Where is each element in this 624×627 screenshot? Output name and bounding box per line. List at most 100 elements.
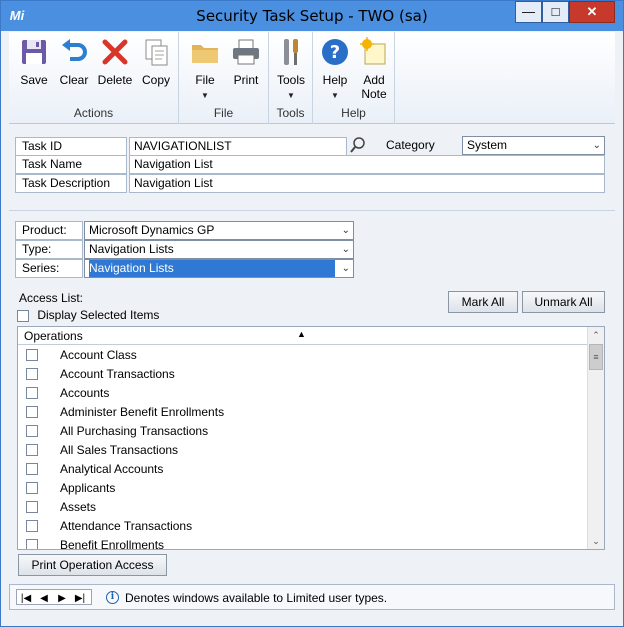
operation-row[interactable]: Administer Benefit Enrollments: [18, 403, 588, 422]
operation-label: Assets: [60, 500, 97, 514]
print-button[interactable]: Print: [227, 36, 265, 87]
save-button[interactable]: Save: [15, 36, 53, 87]
operation-label: All Purchasing Transactions: [60, 424, 209, 438]
operation-row[interactable]: All Purchasing Transactions: [18, 422, 588, 441]
operation-checkbox[interactable]: [26, 425, 38, 437]
operation-row[interactable]: Attendance Transactions: [18, 517, 588, 536]
series-select[interactable]: Navigation Lists ⌄: [84, 259, 354, 278]
series-value: Navigation Lists: [89, 260, 335, 277]
file-label: File: [195, 73, 215, 87]
ribbon-group-label-actions: Actions: [73, 106, 114, 120]
clear-button[interactable]: Clear: [55, 36, 93, 87]
operation-checkbox[interactable]: [26, 406, 38, 418]
add-note-label-1: Add: [363, 73, 385, 87]
ribbon-toolbar: Save Clear Delete Copy Actions File ▼ Pr…: [9, 32, 615, 124]
chevron-down-icon: ⌄: [341, 244, 350, 255]
task-description-field[interactable]: Navigation List: [129, 174, 605, 193]
previous-record-icon[interactable]: ◀: [35, 592, 53, 606]
unmark-all-button[interactable]: Unmark All: [522, 291, 605, 313]
operations-header-label: Operations: [24, 329, 83, 343]
operation-row[interactable]: Accounts: [18, 384, 588, 403]
status-bar: |◀ ◀ ▶ ▶| i Denotes windows available to Li…: [9, 584, 615, 610]
category-select[interactable]: System ⌄: [462, 136, 605, 155]
operation-row[interactable]: All Sales Transactions: [18, 441, 588, 460]
task-id-field[interactable]: NAVIGATIONLIST: [129, 137, 347, 156]
print-operation-access-button[interactable]: Print Operation Access: [18, 554, 167, 576]
category-label: Category: [386, 138, 435, 152]
lookup-icon[interactable]: [349, 136, 367, 155]
first-record-icon[interactable]: |◀: [17, 592, 35, 606]
tools-icon: [284, 39, 298, 65]
operation-label: Attendance Transactions: [60, 519, 193, 533]
undo-icon: [62, 39, 87, 61]
folder-icon: [192, 45, 218, 63]
operation-label: Accounts: [60, 386, 110, 400]
display-selected-items[interactable]: Display Selected Items: [17, 308, 159, 322]
operation-label: Benefit Enrollments: [60, 538, 165, 550]
task-description-label: Task Description: [15, 174, 127, 193]
product-select[interactable]: Microsoft Dynamics GP ⌄: [84, 221, 354, 240]
chevron-down-icon: ▼: [331, 91, 339, 100]
operation-checkbox[interactable]: [26, 482, 38, 494]
operation-checkbox[interactable]: [26, 387, 38, 399]
status-info-text: Denotes windows available to Limited use…: [125, 591, 388, 605]
operation-checkbox[interactable]: [26, 349, 38, 361]
operation-checkbox[interactable]: [26, 368, 38, 380]
operation-label: Analytical Accounts: [60, 462, 164, 476]
operations-column-header[interactable]: Operations ▲: [18, 327, 588, 345]
operation-row[interactable]: Applicants: [18, 479, 588, 498]
divider: [9, 210, 615, 211]
scroll-up-icon[interactable]: ⌃: [588, 327, 604, 343]
product-label: Product:: [15, 221, 83, 240]
display-selected-label: Display Selected Items: [37, 308, 160, 322]
sort-asc-icon: ▲: [297, 329, 306, 339]
ribbon-group-label-file: File: [213, 106, 234, 120]
vertical-scrollbar[interactable]: ⌃ ≡ ⌄: [587, 327, 604, 549]
minimize-button[interactable]: —: [515, 1, 542, 23]
copy-button[interactable]: Copy: [137, 36, 175, 87]
add-note-button[interactable]: Add Note: [355, 36, 393, 101]
tools-menu-button[interactable]: Tools ▼: [272, 36, 310, 101]
mark-all-button[interactable]: Mark All: [448, 291, 518, 313]
last-record-icon[interactable]: ▶|: [71, 592, 89, 606]
operation-row[interactable]: Assets: [18, 498, 588, 517]
help-icon: ?: [322, 39, 348, 65]
x-icon: [102, 39, 128, 65]
type-label: Type:: [15, 240, 83, 259]
type-select[interactable]: Navigation Lists ⌄: [84, 240, 354, 259]
display-selected-checkbox[interactable]: [17, 309, 29, 322]
close-button[interactable]: ✕: [569, 1, 615, 23]
print-label: Print: [233, 73, 259, 87]
maximize-button[interactable]: □: [542, 1, 569, 23]
scroll-thumb[interactable]: ≡: [589, 344, 603, 370]
tools-label: Tools: [276, 73, 305, 87]
ribbon-group-actions: Save Clear Delete Copy Actions: [9, 32, 179, 124]
operation-checkbox[interactable]: [26, 444, 38, 456]
file-menu-button[interactable]: File ▼: [187, 36, 223, 101]
add-note-label-2: Note: [361, 87, 387, 101]
operation-checkbox[interactable]: [26, 539, 38, 549]
next-record-icon[interactable]: ▶: [53, 592, 71, 606]
operation-label: Administer Benefit Enrollments: [60, 405, 225, 419]
chevron-down-icon: ▼: [287, 91, 295, 100]
operation-row[interactable]: Analytical Accounts: [18, 460, 588, 479]
operation-row[interactable]: Benefit Enrollments: [18, 536, 588, 550]
operation-row[interactable]: Account Transactions: [18, 365, 588, 384]
scroll-down-icon[interactable]: ⌄: [588, 533, 604, 549]
operation-checkbox[interactable]: [26, 501, 38, 513]
delete-button[interactable]: Delete: [95, 36, 135, 87]
operation-label: All Sales Transactions: [60, 443, 179, 457]
help-label: Help: [322, 73, 348, 87]
help-menu-button[interactable]: ? Help ▼: [317, 36, 353, 101]
operation-checkbox[interactable]: [26, 520, 38, 532]
task-name-field[interactable]: Navigation List: [129, 155, 605, 174]
delete-label: Delete: [97, 73, 133, 87]
task-id-label: Task ID: [15, 137, 127, 156]
type-value: Navigation Lists: [89, 242, 174, 256]
task-name-label: Task Name: [15, 155, 127, 174]
operation-row[interactable]: Account Class: [18, 346, 588, 365]
operation-checkbox[interactable]: [26, 463, 38, 475]
access-list-label: Access List:: [19, 291, 84, 305]
clear-label: Clear: [59, 73, 89, 87]
svg-text:?: ?: [330, 42, 340, 63]
